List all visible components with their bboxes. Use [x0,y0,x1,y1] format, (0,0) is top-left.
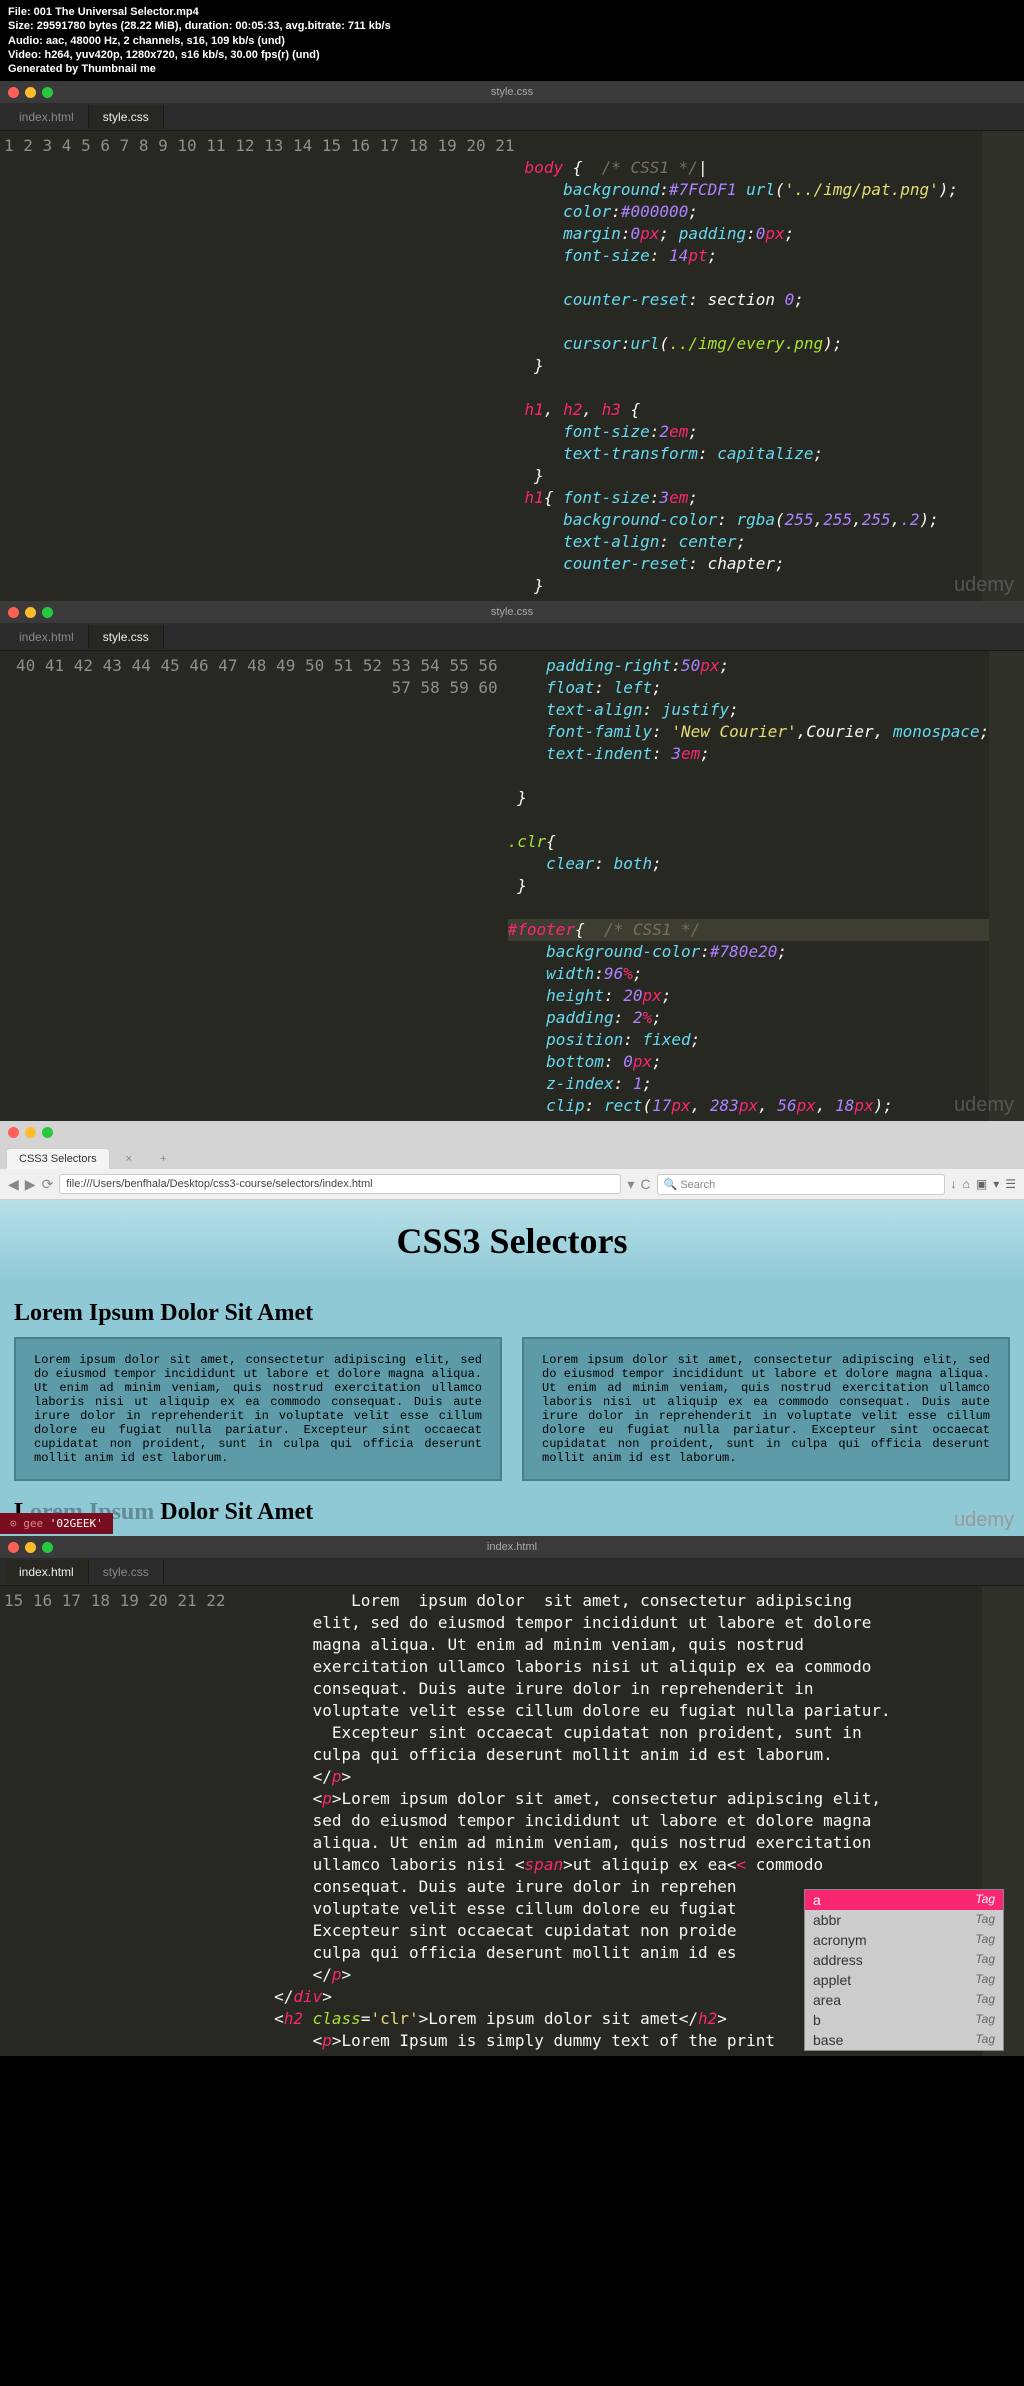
browser-toolbar: ◀ ▶ ⟳ file:///Users/benfhala/Desktop/css… [0,1169,1024,1199]
search-bar[interactable]: 🔍 Search [657,1174,945,1195]
code-area[interactable]: padding-right:50px; float: left; text-al… [508,651,990,1121]
ac-item-a[interactable]: aTag [805,1890,1003,1910]
menu-icon[interactable]: ☰ [1005,1177,1016,1191]
line-gutter: 15 16 17 18 19 20 21 22 [0,1586,236,2056]
rendered-page: CSS3 Selectors Lorem Ipsum Dolor Sit Ame… [0,1200,1024,1536]
new-tab-button[interactable]: × [114,1149,144,1169]
reader-icon[interactable]: ▾ [627,1176,634,1193]
tab-index-html[interactable]: index.html [5,105,89,129]
traffic-lights[interactable] [8,87,53,98]
tab-style-css[interactable]: style.css [89,625,164,649]
file-metadata: File: 001 The Universal Selector.mp4 Siz… [0,0,1024,81]
window-chrome: index.html [0,1536,1024,1558]
column-left: Lorem ipsum dolor sit amet, consectetur … [14,1337,502,1481]
footer-bar: ⊙ gee '02GEEK' [0,1513,113,1534]
ac-item-base[interactable]: baseTag [805,2030,1003,2050]
editor-tabs: index.html style.css [0,1558,1024,1586]
page-heading-2: Lorem Ipsum Dolor Sit Amet [0,1481,1024,1526]
minimize-icon[interactable] [25,87,36,98]
minimap[interactable] [989,651,1024,1121]
editor-tabs: index.html style.css [0,623,1024,651]
share-icon[interactable]: ▾ [993,1177,999,1191]
url-bar[interactable]: file:///Users/benfhala/Desktop/css3-cour… [59,1174,621,1194]
ac-item-applet[interactable]: appletTag [805,1970,1003,1990]
line-gutter: 40 41 42 43 44 45 46 47 48 49 50 51 52 5… [0,651,508,1121]
browser-tabs: CSS3 Selectors × + [0,1143,1024,1169]
code-editor[interactable]: 40 41 42 43 44 45 46 47 48 49 50 51 52 5… [0,651,1024,1121]
browser-chrome [0,1121,1024,1143]
ac-item-abbr[interactable]: abbrTag [805,1910,1003,1930]
home-icon[interactable]: ⌂ [963,1177,970,1191]
back-button[interactable]: ◀ [8,1176,19,1193]
bookmark-icon[interactable]: ▣ [976,1177,987,1191]
page-header: CSS3 Selectors [0,1200,1024,1282]
window-chrome: style.css [0,81,1024,103]
tab-style-css[interactable]: style.css [89,105,164,129]
watermark: udemy [954,574,1014,597]
window-title: style.css [491,86,533,98]
maximize-icon[interactable] [42,87,53,98]
tab-index-html[interactable]: index.html [5,1560,89,1584]
watermark: udemy [954,1509,1014,1532]
reload-icon[interactable]: C [640,1176,650,1192]
ac-item-address[interactable]: addressTag [805,1950,1003,1970]
browser-tab[interactable]: CSS3 Selectors [6,1148,110,1169]
watermark: udemy [954,1094,1014,1117]
page-heading: Lorem Ipsum Dolor Sit Amet [0,1282,1024,1337]
column-right: Lorem ipsum dolor sit amet, consectetur … [522,1337,1010,1481]
close-icon[interactable] [8,87,19,98]
tab-style-css[interactable]: style.css [89,1560,164,1584]
ac-item-b[interactable]: bTag [805,2010,1003,2030]
code-area[interactable]: body { /* CSS1 */| background:#7FCDF1 ur… [525,131,982,601]
reload-button[interactable]: ⟳ [42,1176,54,1193]
download-icon[interactable]: ↓ [951,1177,957,1191]
autocomplete-popup[interactable]: aTag abbrTag acronymTag addressTag apple… [804,1889,1004,2051]
browser-window: CSS3 Selectors × + ◀ ▶ ⟳ file:///Users/b… [0,1143,1024,1200]
page-title: CSS3 Selectors [0,1220,1024,1262]
forward-button[interactable]: ▶ [25,1176,36,1193]
tab-index-html[interactable]: index.html [5,625,89,649]
code-editor[interactable]: 15 16 17 18 19 20 21 22 Lorem ipsum dolo… [0,1586,1024,2056]
line-gutter: 1 2 3 4 5 6 7 8 9 10 11 12 13 14 15 16 1… [0,131,525,601]
window-chrome: style.css [0,601,1024,623]
columns: Lorem ipsum dolor sit amet, consectetur … [0,1337,1024,1481]
code-editor[interactable]: 1 2 3 4 5 6 7 8 9 10 11 12 13 14 15 16 1… [0,131,1024,601]
ac-item-acronym[interactable]: acronymTag [805,1930,1003,1950]
editor-tabs: index.html style.css [0,103,1024,131]
new-tab-button[interactable]: + [148,1149,178,1169]
minimap[interactable] [982,131,1024,601]
ac-item-area[interactable]: areaTag [805,1990,1003,2010]
